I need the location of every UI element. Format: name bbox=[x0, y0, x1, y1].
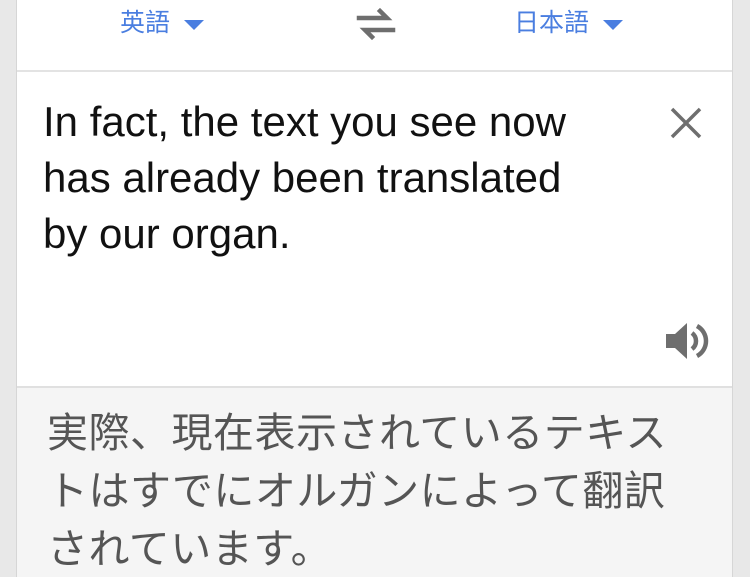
caret-down-icon bbox=[184, 20, 205, 30]
translated-text: 実際、現在表示されているテキストはすでにオルガンによって翻訳されています。 bbox=[47, 409, 668, 573]
source-language-selector[interactable]: 英語 bbox=[120, 8, 205, 38]
source-text[interactable]: In fact, the text you see now has alread… bbox=[43, 94, 603, 262]
swap-arrows-icon[interactable] bbox=[355, 6, 397, 42]
caret-down-icon bbox=[603, 20, 624, 30]
close-icon[interactable] bbox=[668, 105, 704, 141]
target-language-label: 日本語 bbox=[514, 8, 590, 37]
translation-result-area: 実際、現在表示されているテキストはすでにオルガンによって翻訳されています。 bbox=[17, 388, 732, 577]
target-language-selector[interactable]: 日本語 bbox=[514, 8, 624, 38]
source-language-label: 英語 bbox=[120, 8, 171, 37]
language-bar: 英語 日本語 bbox=[17, 0, 732, 72]
source-text-area[interactable]: In fact, the text you see now has alread… bbox=[17, 72, 732, 388]
translate-card: 英語 日本語 In fact, the text you see now has… bbox=[16, 0, 733, 577]
speaker-icon[interactable] bbox=[664, 320, 710, 362]
